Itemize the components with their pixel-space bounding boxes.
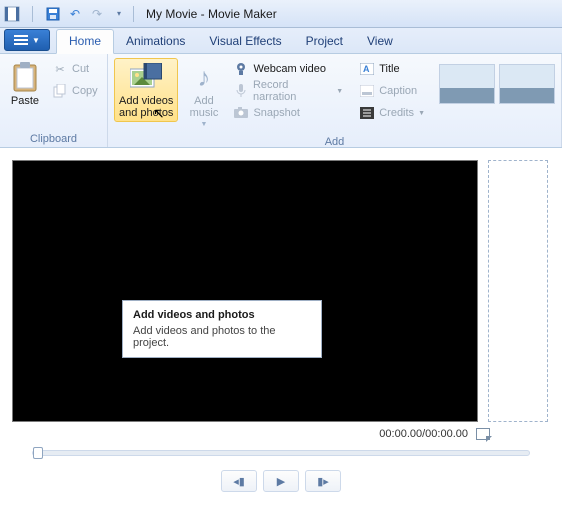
save-icon[interactable] <box>45 6 61 22</box>
tab-home[interactable]: Home <box>56 29 114 54</box>
theme-thumb[interactable] <box>439 64 495 104</box>
storyboard-dropzone[interactable] <box>488 160 548 422</box>
tab-animations[interactable]: Animations <box>114 30 197 53</box>
app-icon <box>4 6 20 22</box>
copy-icon <box>52 83 68 99</box>
scissors-icon: ✂ <box>52 61 68 77</box>
ribbon-tabs: ▼ Home Animations Visual Effects Project… <box>0 28 562 54</box>
next-frame-button[interactable]: ▮▸ <box>305 470 341 492</box>
qat-dropdown-icon[interactable]: ▾ <box>111 6 127 22</box>
seek-slider[interactable] <box>32 450 530 456</box>
file-menu-button[interactable]: ▼ <box>4 29 50 51</box>
step-forward-icon: ▮▸ <box>317 475 329 488</box>
microphone-icon <box>233 83 248 99</box>
title-bar: ↶ ↷ ▾ My Movie - Movie Maker <box>0 0 562 28</box>
tab-visual-effects[interactable]: Visual Effects <box>197 30 293 53</box>
group-clipboard: Paste ✂ Cut Copy Clipboard <box>0 54 108 147</box>
redo-icon[interactable]: ↷ <box>89 6 105 22</box>
tooltip: Add videos and photos Add videos and pho… <box>122 300 322 358</box>
snapshot-button[interactable]: Snapshot <box>229 102 347 124</box>
step-back-icon: ◂▮ <box>233 475 245 488</box>
credits-label: Credits <box>379 107 414 119</box>
add-videos-label: Add videos and photos <box>117 95 175 119</box>
add-music-label: Add music <box>185 95 222 119</box>
copy-label: Copy <box>72 85 98 97</box>
webcam-icon <box>233 61 249 77</box>
svg-text:A: A <box>363 64 370 74</box>
timecode: 00:00.00/00:00.00 <box>379 428 468 440</box>
paste-label: Paste <box>11 95 39 107</box>
timecode-row: 00:00.00/00:00.00 <box>12 422 550 444</box>
autothemes-gallery[interactable] <box>433 58 555 104</box>
snapshot-label: Snapshot <box>253 107 299 119</box>
ribbon: Paste ✂ Cut Copy Clipboard <box>0 54 562 148</box>
cut-label: Cut <box>72 63 89 75</box>
play-icon: ▶ <box>277 475 285 488</box>
work-area: Add videos and photos Add videos and pho… <box>0 148 562 512</box>
quick-access-toolbar: ↶ ↷ ▾ <box>4 6 127 22</box>
tooltip-body: Add videos and photos to the project. <box>133 325 311 349</box>
undo-icon[interactable]: ↶ <box>67 6 83 22</box>
title-icon: A <box>359 61 375 77</box>
chevron-down-icon: ▼ <box>200 119 207 131</box>
clipboard-icon <box>9 61 41 93</box>
title-label: Title <box>379 63 399 75</box>
transport-controls: ◂▮ ▶ ▮▸ <box>12 462 550 500</box>
chevron-down-icon: ▼ <box>418 110 425 117</box>
camera-icon <box>233 105 249 121</box>
caption-icon <box>359 83 375 99</box>
add-videos-button[interactable]: Add videos and photos ↖ <box>114 58 178 122</box>
chevron-down-icon: ▼ <box>32 36 40 45</box>
webcam-label: Webcam video <box>253 63 326 75</box>
photo-video-icon <box>130 61 162 93</box>
tooltip-title: Add videos and photos <box>133 309 311 321</box>
window-title: My Movie - Movie Maker <box>146 7 277 21</box>
caption-button[interactable]: Caption <box>355 80 429 102</box>
caption-label: Caption <box>379 85 417 97</box>
paste-button[interactable]: Paste <box>6 58 44 110</box>
seek-handle[interactable] <box>33 447 43 459</box>
theme-thumb[interactable] <box>499 64 555 104</box>
record-narration-button[interactable]: Record narration ▼ <box>229 80 347 102</box>
group-clipboard-label: Clipboard <box>6 131 101 145</box>
tab-project[interactable]: Project <box>294 30 355 53</box>
group-add: Add videos and photos ↖ ♪ Add music ▼ We… <box>108 54 562 147</box>
fullscreen-icon[interactable] <box>476 428 490 440</box>
add-music-button[interactable]: ♪ Add music ▼ <box>182 58 225 134</box>
tab-view[interactable]: View <box>355 30 405 53</box>
chevron-down-icon: ▼ <box>336 88 343 95</box>
webcam-button[interactable]: Webcam video <box>229 58 347 80</box>
music-icon: ♪ <box>188 61 220 93</box>
preview-pane <box>12 160 478 422</box>
play-button[interactable]: ▶ <box>263 470 299 492</box>
cut-button[interactable]: ✂ Cut <box>48 58 102 80</box>
group-add-label: Add <box>114 134 555 148</box>
credits-icon <box>359 105 375 121</box>
prev-frame-button[interactable]: ◂▮ <box>221 470 257 492</box>
title-button[interactable]: A Title <box>355 58 429 80</box>
copy-button[interactable]: Copy <box>48 80 102 102</box>
cursor-icon: ↖ <box>153 107 165 119</box>
record-label: Record narration <box>253 79 332 103</box>
credits-button[interactable]: Credits ▼ <box>355 102 429 124</box>
